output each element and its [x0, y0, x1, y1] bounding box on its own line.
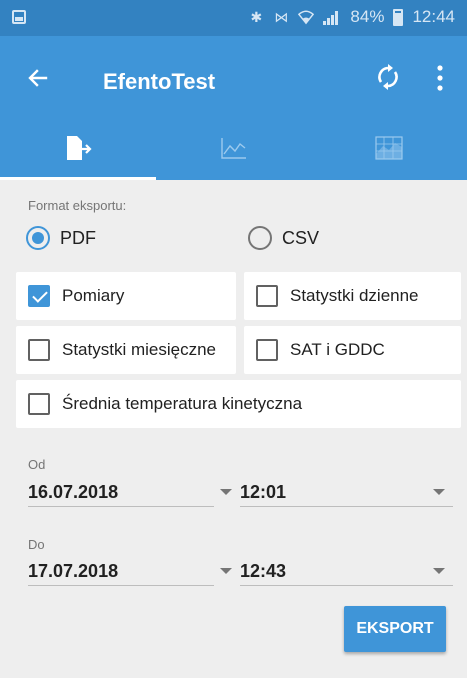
bluetooth-icon: ✱: [250, 8, 263, 25]
checkbox-checked-icon: [28, 285, 50, 307]
line-chart-icon: [220, 138, 246, 159]
checkbox-unchecked-icon: [256, 339, 278, 361]
radio-checked-icon: [26, 226, 50, 250]
divider: [28, 506, 214, 507]
checkbox-label: Statystki dzienne: [290, 286, 419, 305]
tab-bar: [0, 136, 467, 180]
checkbox-pomiary[interactable]: Pomiary: [16, 272, 236, 320]
vibrate-icon: ⋈: [274, 8, 289, 25]
chevron-down-icon[interactable]: [220, 489, 232, 495]
battery-icon: [393, 8, 404, 26]
divider: [240, 585, 453, 586]
clock: 12:44: [412, 7, 455, 26]
app-bar: EfentoTest: [0, 36, 467, 136]
from-time[interactable]: 12:01: [240, 482, 286, 503]
checkbox-label: Statystki miesięczne: [62, 340, 216, 359]
tab-chart[interactable]: [156, 136, 312, 180]
page-title: EfentoTest: [103, 69, 216, 94]
to-label: Do: [28, 537, 45, 552]
radio-unchecked-icon: [248, 226, 272, 250]
radio-csv[interactable]: CSV: [248, 226, 319, 250]
image-icon: [12, 10, 26, 24]
more-vert-icon[interactable]: [434, 64, 446, 92]
radio-csv-label: CSV: [282, 227, 320, 248]
export-file-icon: [66, 136, 92, 160]
divider: [240, 506, 453, 507]
radio-pdf[interactable]: PDF: [26, 226, 96, 250]
to-date[interactable]: 17.07.2018: [28, 561, 118, 582]
chevron-down-icon[interactable]: [220, 568, 232, 574]
tab-export[interactable]: [0, 136, 156, 180]
divider: [28, 585, 214, 586]
signal-icon: [323, 9, 341, 25]
area-chart-icon: [375, 136, 403, 160]
chevron-down-icon[interactable]: [433, 489, 445, 495]
checkbox-statystki-dzienne[interactable]: Statystki dzienne: [244, 272, 461, 320]
wifi-icon: [298, 8, 315, 26]
battery-percent: 84%: [350, 7, 385, 26]
from-date[interactable]: 16.07.2018: [28, 482, 118, 503]
checkbox-sat-gddc[interactable]: SAT i GDDC: [244, 326, 461, 374]
checkbox-label: Średnia temperatura kinetyczna: [62, 394, 303, 413]
chevron-down-icon[interactable]: [433, 568, 445, 574]
checkbox-srednia-temperatura[interactable]: Średnia temperatura kinetyczna: [16, 380, 461, 428]
checkbox-label: SAT i GDDC: [290, 340, 385, 359]
checkbox-unchecked-icon: [28, 339, 50, 361]
back-arrow-icon[interactable]: [26, 66, 50, 90]
checkbox-statystki-miesieczne[interactable]: Statystki miesięczne: [16, 326, 236, 374]
checkbox-label: Pomiary: [62, 286, 125, 305]
checkbox-unchecked-icon: [256, 285, 278, 307]
tab-area-chart[interactable]: [311, 136, 467, 180]
from-label: Od: [28, 457, 46, 472]
status-icons: ✱ ⋈ 84% 12:44: [248, 7, 455, 27]
status-bar: ✱ ⋈ 84% 12:44: [0, 0, 467, 36]
to-time[interactable]: 12:43: [240, 561, 286, 582]
format-label: Format eksportu:: [28, 198, 127, 213]
export-button[interactable]: EKSPORT: [344, 606, 446, 652]
radio-pdf-label: PDF: [60, 227, 96, 248]
checkbox-unchecked-icon: [28, 393, 50, 415]
sync-icon[interactable]: [375, 64, 401, 90]
